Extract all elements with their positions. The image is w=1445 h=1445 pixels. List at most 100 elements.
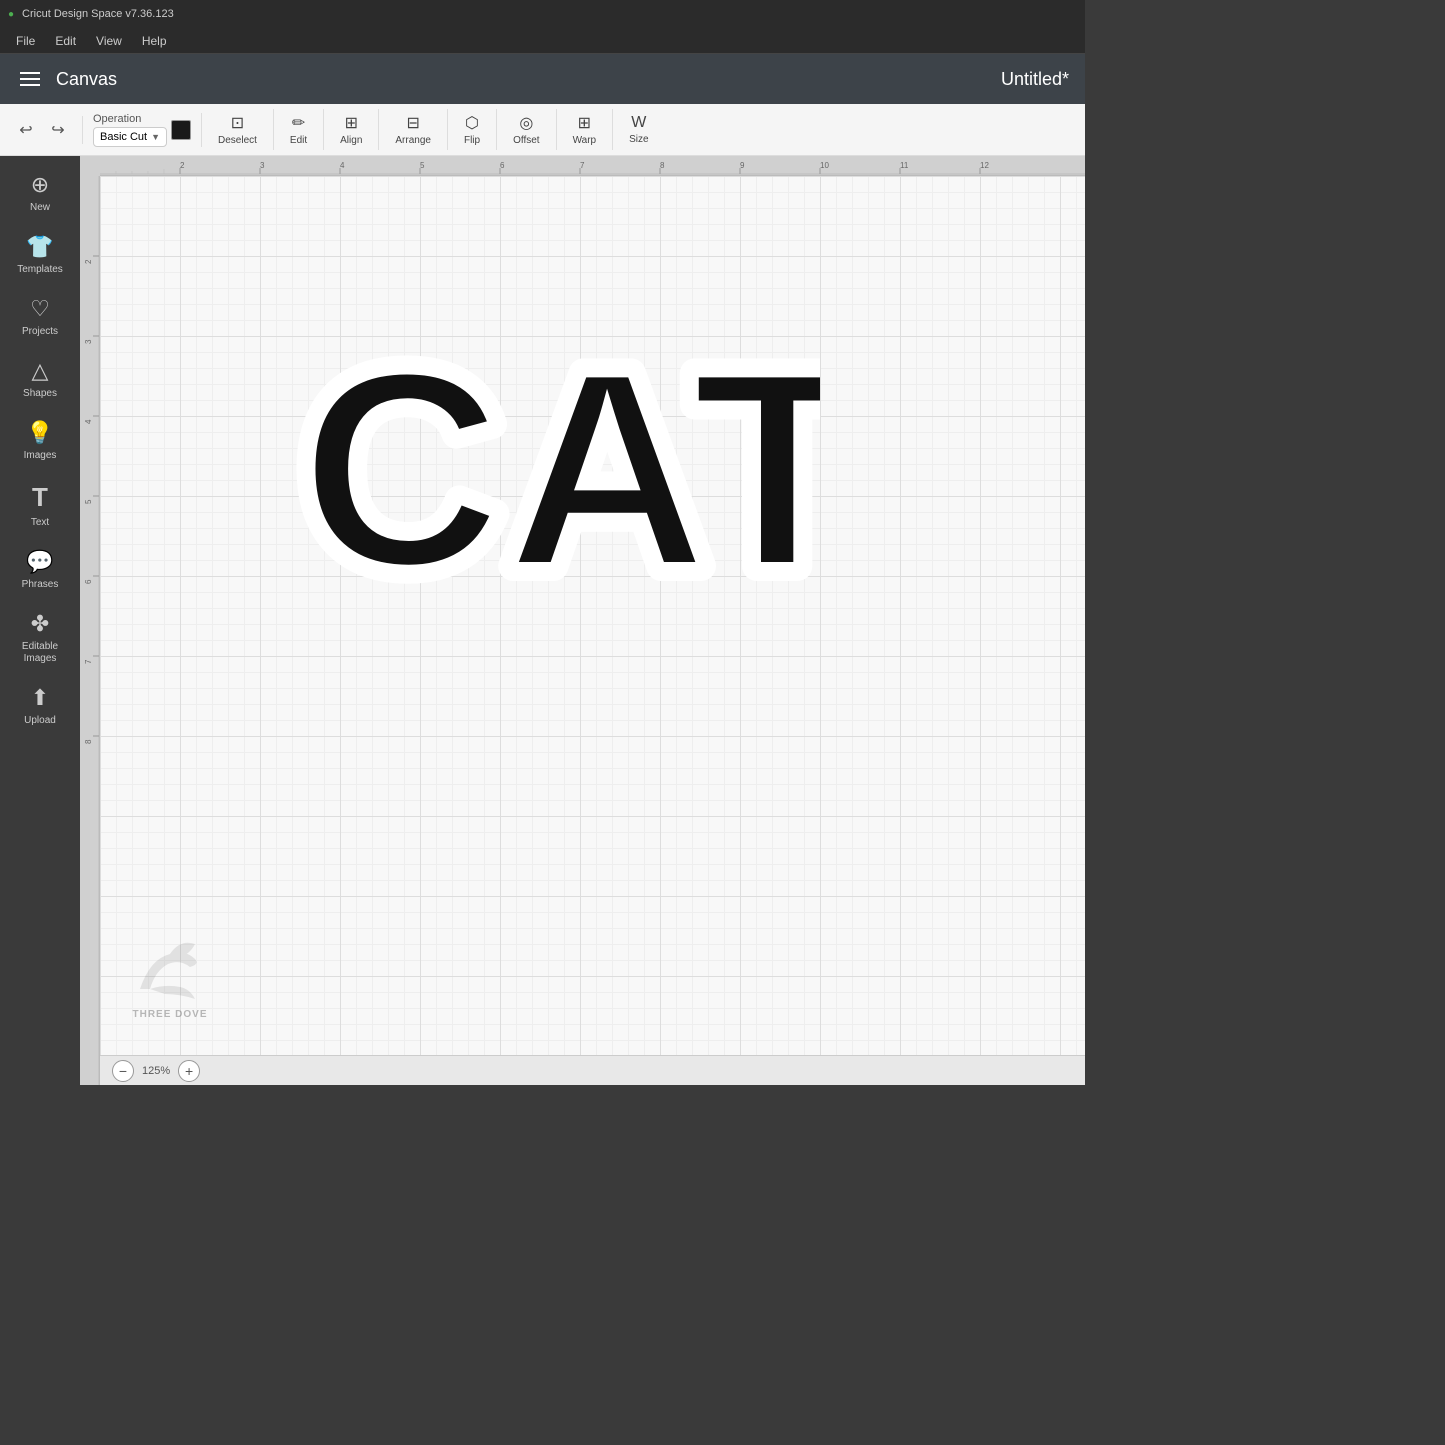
- svg-text:4: 4: [84, 419, 93, 424]
- ruler-top: 2 3 4 5 6 7 8 9 10 11 12: [100, 156, 1085, 176]
- cat-artwork[interactable]: CAT CAT CAT: [250, 276, 820, 616]
- size-icon: W: [631, 114, 646, 132]
- flip-group: ⬡ Flip: [458, 109, 497, 150]
- size-button[interactable]: W Size: [623, 110, 654, 149]
- sidebar-item-images[interactable]: 💡 Images: [5, 412, 75, 470]
- sidebar-item-phrases[interactable]: 💬 Phrases: [5, 541, 75, 599]
- arrange-button[interactable]: ⊟ Arrange: [389, 109, 437, 150]
- svg-text:4: 4: [340, 161, 345, 170]
- doc-title: Untitled*: [1001, 69, 1069, 90]
- edit-icon: ✏: [292, 113, 305, 133]
- header-title: Canvas: [56, 69, 117, 90]
- offset-group: ◎ Offset: [507, 109, 557, 150]
- color-swatch[interactable]: [171, 120, 191, 140]
- arrange-icon: ⊟: [406, 113, 419, 133]
- size-label: Size: [629, 134, 648, 145]
- sidebar-item-upload[interactable]: ⬆ Upload: [5, 677, 75, 735]
- text-icon: T: [32, 482, 48, 513]
- upload-icon: ⬆: [31, 685, 49, 711]
- svg-text:5: 5: [420, 161, 425, 170]
- shapes-icon: △: [32, 358, 49, 384]
- sidebar-item-projects[interactable]: ♡ Projects: [5, 288, 75, 346]
- menu-view[interactable]: View: [88, 32, 130, 50]
- projects-icon: ♡: [30, 296, 50, 322]
- svg-text:3: 3: [84, 339, 93, 344]
- canvas-area[interactable]: 2 3 4 5 6 7 8 9 10 11 12: [80, 156, 1085, 1085]
- watermark: THREE DOVE: [130, 929, 210, 1020]
- menu-help[interactable]: Help: [134, 32, 175, 50]
- svg-text:6: 6: [500, 161, 505, 170]
- undo-button[interactable]: ↩: [12, 116, 40, 144]
- sidebar-templates-label: Templates: [17, 264, 63, 276]
- offset-label: Offset: [513, 135, 540, 146]
- operation-dropdown-arrow: ▼: [151, 132, 160, 142]
- offset-icon: ◎: [519, 113, 533, 133]
- warp-group: ⊞ Warp: [567, 109, 614, 150]
- sidebar-phrases-label: Phrases: [22, 579, 59, 591]
- sidebar-images-label: Images: [24, 450, 57, 462]
- offset-button[interactable]: ◎ Offset: [507, 109, 546, 150]
- menu-file[interactable]: File: [8, 32, 43, 50]
- zoom-increase-button[interactable]: +: [178, 1060, 200, 1082]
- warp-label: Warp: [573, 135, 597, 146]
- sidebar-item-shapes[interactable]: △ Shapes: [5, 350, 75, 408]
- sidebar: ⊕ New 👕 Templates ♡ Projects △ Shapes 💡 …: [0, 156, 80, 1085]
- sidebar-projects-label: Projects: [22, 326, 58, 338]
- flip-label: Flip: [464, 135, 480, 146]
- operation-label: Operation: [93, 113, 141, 125]
- hamburger-menu[interactable]: [16, 68, 44, 90]
- arrange-group: ⊟ Arrange: [389, 109, 448, 150]
- operation-select[interactable]: Basic Cut ▼: [93, 127, 167, 147]
- operation-group: Operation Basic Cut ▼: [93, 113, 202, 147]
- warp-icon: ⊞: [578, 113, 591, 133]
- svg-text:8: 8: [660, 161, 665, 170]
- deselect-group: ⊡ Deselect: [212, 109, 274, 150]
- align-button[interactable]: ⊞ Align: [334, 109, 368, 150]
- svg-text:8: 8: [84, 739, 93, 744]
- zoom-decrease-button[interactable]: −: [112, 1060, 134, 1082]
- main-layout: ⊕ New 👕 Templates ♡ Projects △ Shapes 💡 …: [0, 156, 1085, 1085]
- warp-button[interactable]: ⊞ Warp: [567, 109, 603, 150]
- ruler-corner: [80, 156, 100, 176]
- svg-text:11: 11: [900, 161, 909, 170]
- templates-icon: 👕: [26, 234, 53, 260]
- size-group: W Size: [623, 110, 664, 149]
- sidebar-item-text[interactable]: T Text: [5, 474, 75, 537]
- canvas-grid[interactable]: CAT CAT CAT THREE DOVE: [100, 176, 1085, 1055]
- sidebar-item-editable-images[interactable]: ✤ Editable Images: [5, 603, 75, 673]
- bottom-bar: − 125% +: [100, 1055, 1085, 1085]
- svg-text:10: 10: [820, 161, 829, 170]
- sidebar-editable-images-label: Editable Images: [9, 641, 71, 665]
- svg-text:3: 3: [260, 161, 265, 170]
- zoom-level: 125%: [142, 1065, 170, 1077]
- header: Canvas Untitled*: [0, 54, 1085, 104]
- svg-text:2: 2: [180, 161, 185, 170]
- svg-text:7: 7: [84, 659, 93, 664]
- menu-edit[interactable]: Edit: [47, 32, 84, 50]
- sidebar-new-label: New: [30, 202, 50, 214]
- phrases-icon: 💬: [26, 549, 53, 575]
- svg-text:CAT: CAT: [300, 314, 820, 616]
- app-logo: ●: [8, 9, 14, 20]
- deselect-button[interactable]: ⊡ Deselect: [212, 109, 263, 150]
- sidebar-item-templates[interactable]: 👕 Templates: [5, 226, 75, 284]
- flip-button[interactable]: ⬡ Flip: [458, 109, 486, 150]
- svg-text:5: 5: [84, 499, 93, 504]
- svg-text:9: 9: [740, 161, 745, 170]
- ruler-left: 2 3 4 5 6 7 8: [80, 176, 100, 1085]
- redo-button[interactable]: ↪: [44, 116, 72, 144]
- operation-value: Basic Cut: [100, 131, 147, 143]
- svg-text:6: 6: [84, 579, 93, 584]
- deselect-icon: ⊡: [231, 113, 244, 133]
- new-icon: ⊕: [31, 172, 49, 198]
- arrange-label: Arrange: [395, 135, 431, 146]
- edit-label: Edit: [290, 135, 307, 146]
- edit-button[interactable]: ✏ Edit: [284, 109, 313, 150]
- svg-text:7: 7: [580, 161, 585, 170]
- sidebar-text-label: Text: [31, 517, 49, 529]
- title-bar: ● Cricut Design Space v7.36.123: [0, 0, 1085, 28]
- sidebar-item-new[interactable]: ⊕ New: [5, 164, 75, 222]
- align-group: ⊞ Align: [334, 109, 379, 150]
- sidebar-upload-label: Upload: [24, 715, 56, 727]
- align-icon: ⊞: [345, 113, 358, 133]
